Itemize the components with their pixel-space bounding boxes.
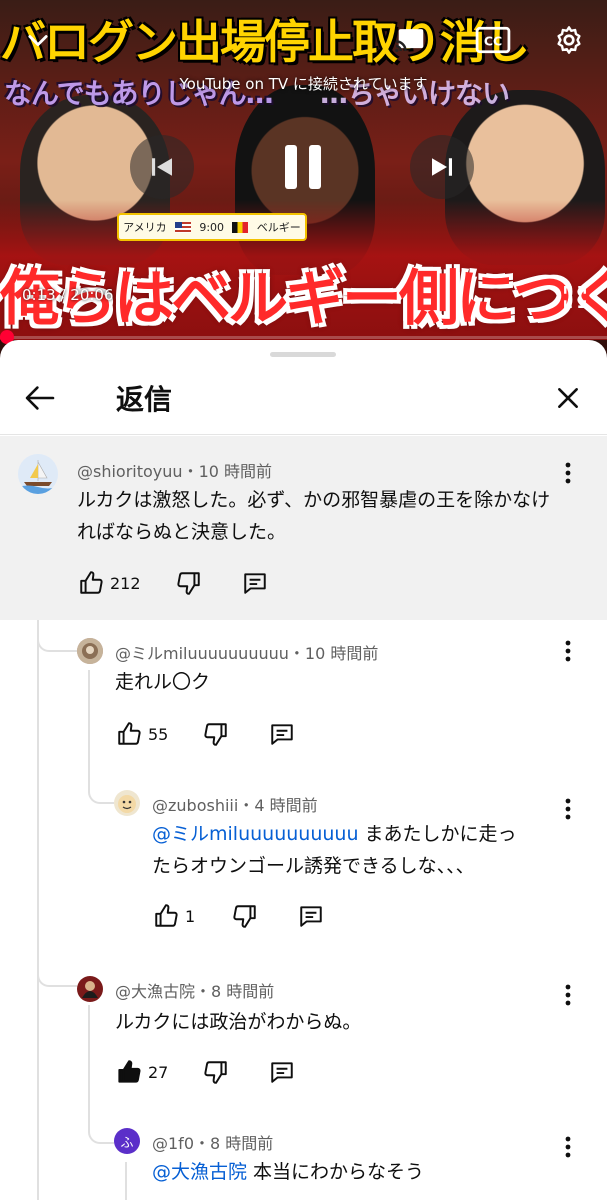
close-icon[interactable] xyxy=(548,378,588,418)
comment-age: 10 時間前 xyxy=(198,462,273,481)
comment-age: 4 時間前 xyxy=(254,796,318,815)
playback-time: 0:13 / 20:06 xyxy=(22,286,114,304)
drag-handle[interactable] xyxy=(270,352,336,357)
comment-actions: 55 xyxy=(115,720,296,748)
replies-title: 返信 xyxy=(116,383,173,416)
progress-bar[interactable] xyxy=(0,336,607,339)
comment-author[interactable]: @大漁古院 xyxy=(115,982,195,1001)
reply-comment-icon[interactable] xyxy=(297,902,325,930)
next-video-button[interactable] xyxy=(410,135,474,199)
avatar-letter: ふ xyxy=(120,1135,134,1151)
skip-next-icon xyxy=(432,158,452,176)
dislike-thumb-down-icon[interactable] xyxy=(175,569,203,597)
avatar[interactable] xyxy=(18,454,58,494)
belgium-flag-icon xyxy=(232,221,249,233)
thumbnail-caption-top: バログン出場停止取り消し xyxy=(0,15,530,69)
scoreboard-team-right: ベルギー xyxy=(256,221,301,234)
minimize-chevron-icon[interactable] xyxy=(18,20,58,60)
comment-text: ルカクは激怒した。必ず、かの邪智暴虐の王を除かなければならぬと決意した。 xyxy=(77,489,551,543)
parent-comment: @shioritoyuu・10 時間前 ルカクは激怒した。必ず、かの邪智暴虐の王… xyxy=(0,436,607,620)
settings-gear-icon[interactable] xyxy=(549,20,589,60)
comment-age: 8 時間前 xyxy=(210,1134,274,1153)
replies-panel: 返信 @shioritoyuu・10 時間前 ルカクは激怒した。必ず、かの邪智暴… xyxy=(0,340,607,1200)
scoreboard-team-left: アメリカ xyxy=(123,221,167,234)
comment-text-line: たらオウンゴール誘発できるしな、、、 xyxy=(152,855,475,877)
replies-header: 返信 xyxy=(0,360,607,435)
previous-video-button[interactable] xyxy=(130,135,194,199)
comment-meta: @zuboshiii・4 時間前 xyxy=(152,792,318,816)
like-thumb-up-icon[interactable] xyxy=(77,569,105,597)
dislike-thumb-down-icon[interactable] xyxy=(231,902,259,930)
comment-author[interactable]: @zuboshiii xyxy=(152,796,238,815)
dislike-thumb-down-icon[interactable] xyxy=(202,1058,230,1086)
fullscreen-icon[interactable] xyxy=(561,283,589,311)
like-thumb-up-icon[interactable] xyxy=(115,720,143,748)
reply-comment-icon[interactable] xyxy=(268,1058,296,1086)
pause-icon xyxy=(285,145,321,189)
more-options-icon[interactable] xyxy=(556,636,580,666)
captions-cc-icon[interactable]: CC xyxy=(473,20,513,60)
reply-comment: @大漁古院・8 時間前 ルカクには政治がわからぬ。 27 xyxy=(0,968,607,1098)
cast-icon[interactable] xyxy=(391,20,431,60)
comment-age: 10 時間前 xyxy=(304,644,379,663)
comment-meta: @1f0・8 時間前 xyxy=(152,1130,273,1154)
reply-comment-icon[interactable] xyxy=(241,569,269,597)
reply-comment: @ミルmiluuuuuuuuuu・10 時間前 走れル〇ク 55 xyxy=(0,630,607,760)
video-player[interactable]: バログン出場停止取り消し なんでもありじゃん… …ちゃいけない アメリカ 9:0… xyxy=(0,0,607,360)
comment-author[interactable]: @1f0 xyxy=(152,1134,194,1153)
comment-text: @ミルmiluuuuuuuuuu まあたしかに走っ たらオウンゴール誘発できるし… xyxy=(152,818,572,882)
meta-separator: ・ xyxy=(195,982,212,1001)
meta-separator: ・ xyxy=(288,644,305,663)
pause-button[interactable] xyxy=(271,135,335,199)
comment-text-line: まあたしかに走っ xyxy=(358,823,517,845)
comment-text: @大漁古院 本当にわからなそう xyxy=(152,1156,424,1188)
us-flag-icon xyxy=(174,221,191,233)
comment-meta: @ミルmiluuuuuuuuuu・10 時間前 xyxy=(115,640,378,664)
scoreboard-time: 9:00 xyxy=(199,220,225,234)
back-arrow-icon[interactable] xyxy=(20,378,60,418)
comment-actions: 27 xyxy=(115,1058,296,1086)
avatar[interactable] xyxy=(77,976,103,1002)
reply-comment-icon[interactable] xyxy=(268,720,296,748)
comment-actions: 1 xyxy=(152,902,325,930)
more-options-icon[interactable] xyxy=(556,980,580,1010)
comment-meta: @shioritoyuu・10 時間前 xyxy=(77,458,272,482)
comment-actions: 212 xyxy=(77,569,269,597)
comment-meta: @大漁古院・8 時間前 xyxy=(115,978,274,1002)
comment-author[interactable]: @ミルmiluuuuuuuuuu xyxy=(115,644,289,663)
comment-text: ルカクには政治がわからぬ。 xyxy=(115,1011,362,1033)
avatar[interactable]: ふ xyxy=(114,1128,140,1154)
like-count: 1 xyxy=(185,906,196,926)
more-options-icon[interactable] xyxy=(556,1132,580,1162)
meta-separator: ・ xyxy=(238,796,255,815)
reply-comment: ふ @1f0・8 時間前 @大漁古院 本当にわからなそう xyxy=(0,1122,607,1200)
comment-author[interactable]: @shioritoyuu xyxy=(77,462,183,481)
comment-age: 8 時間前 xyxy=(211,982,275,1001)
svg-text:CC: CC xyxy=(484,34,502,49)
comment-text: 走れル〇ク xyxy=(115,671,211,693)
like-count: 212 xyxy=(110,573,141,593)
skip-previous-icon xyxy=(152,158,172,176)
like-count: 55 xyxy=(148,724,169,744)
meta-separator: ・ xyxy=(182,462,199,481)
like-thumb-up-icon[interactable] xyxy=(152,902,180,930)
like-count: 27 xyxy=(148,1062,169,1082)
meta-separator: ・ xyxy=(194,1134,211,1153)
thumbnail-scoreboard: アメリカ 9:00 ベルギー xyxy=(117,213,307,241)
dislike-thumb-down-icon[interactable] xyxy=(202,720,230,748)
mention-link[interactable]: @大漁古院 xyxy=(152,1161,247,1183)
mention-link[interactable]: @ミルmiluuuuuuuuuu xyxy=(152,823,359,845)
like-thumb-up-filled-icon[interactable] xyxy=(115,1058,143,1086)
reply-comment: @zuboshiii・4 時間前 @ミルmiluuuuuuuuuu まあたしかに… xyxy=(0,782,607,942)
comment-text-body: 本当にわからなそう xyxy=(247,1161,425,1183)
avatar[interactable] xyxy=(114,790,140,816)
avatar[interactable] xyxy=(77,638,103,664)
cast-status-message: YouTube on TV に接続されています xyxy=(179,75,428,93)
